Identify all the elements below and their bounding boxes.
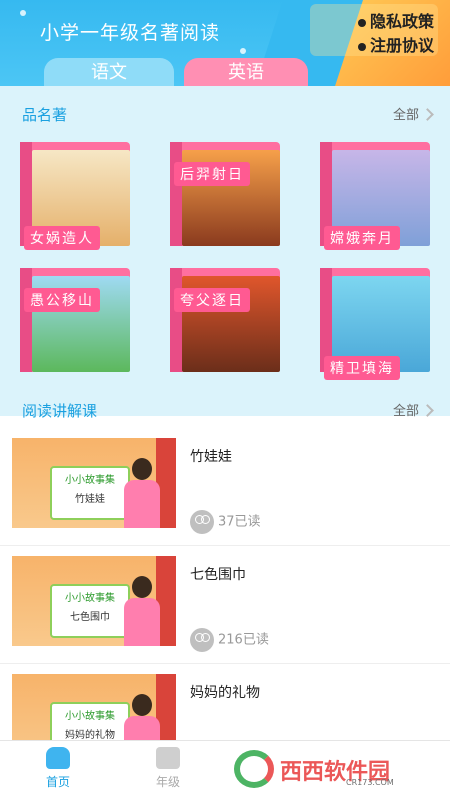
- privacy-policy-link[interactable]: 隐私政策: [357, 8, 434, 32]
- book-title: 愚公移山: [24, 288, 100, 312]
- watermark-logo: 西西软件园 CR173.COM: [234, 748, 444, 790]
- read-count: 37已读: [190, 510, 261, 534]
- lesson-title: 妈妈的礼物: [190, 685, 260, 701]
- lesson-item[interactable]: 小小故事集 竹娃娃 竹娃娃 37已读: [0, 428, 450, 546]
- readers-icon: [190, 628, 214, 652]
- chevron-right-icon: [421, 108, 434, 121]
- lesson-thumbnail: 小小故事集 七色围巾: [12, 556, 176, 646]
- lesson-thumbnail: 小小故事集 竹娃娃: [12, 438, 176, 528]
- tab-grade[interactable]: 年级: [128, 747, 208, 790]
- app-title: 小学一年级名著阅读: [40, 22, 221, 44]
- book-title: 女娲造人: [24, 226, 100, 250]
- home-icon: [46, 747, 70, 769]
- book-title: 精卫填海: [324, 356, 400, 380]
- tab-english[interactable]: 英语: [184, 58, 308, 86]
- book-card[interactable]: 精卫填海: [320, 268, 430, 380]
- teacher-figure: [124, 458, 160, 528]
- sparkle: [240, 48, 246, 54]
- teacher-figure: [124, 576, 160, 646]
- book-title: 后羿射日: [174, 162, 250, 186]
- classics-section: 品名著 全部 女娲造人 后羿射日 嫦娥奔月 愚公移山 夸父逐日 精卫填海 阅读讲…: [0, 86, 450, 420]
- lesson-title: 竹娃娃: [190, 449, 232, 465]
- sparkle: [20, 10, 26, 16]
- book-card[interactable]: 愚公移山: [20, 268, 130, 372]
- section-title: 品名著: [22, 106, 68, 124]
- readers-icon: [190, 510, 214, 534]
- classics-more-link[interactable]: 全部: [393, 104, 434, 123]
- book-card[interactable]: 夸父逐日: [170, 268, 280, 372]
- user-agreement-link[interactable]: 注册协议: [357, 32, 434, 56]
- books-icon: [156, 747, 180, 769]
- book-title: 夸父逐日: [174, 288, 250, 312]
- book-card[interactable]: 女娲造人: [20, 142, 130, 250]
- lesson-title: 七色围巾: [190, 567, 246, 583]
- lesson-item[interactable]: 小小故事集 七色围巾 七色围巾 216已读: [0, 546, 450, 664]
- tab-chinese[interactable]: 语文: [44, 58, 174, 86]
- book-card[interactable]: 后羿射日: [170, 142, 280, 246]
- book-title: 嫦娥奔月: [324, 226, 400, 250]
- chevron-right-icon: [421, 404, 434, 417]
- lessons-more-link[interactable]: 全部: [393, 400, 434, 419]
- read-count: 216已读: [190, 628, 269, 652]
- section-title: 阅读讲解课: [22, 402, 98, 420]
- app-header: 小学一年级名著阅读 隐私政策 注册协议 语文 英语: [0, 0, 450, 86]
- tab-home[interactable]: 首页: [18, 747, 98, 790]
- book-card[interactable]: 嫦娥奔月: [320, 142, 430, 250]
